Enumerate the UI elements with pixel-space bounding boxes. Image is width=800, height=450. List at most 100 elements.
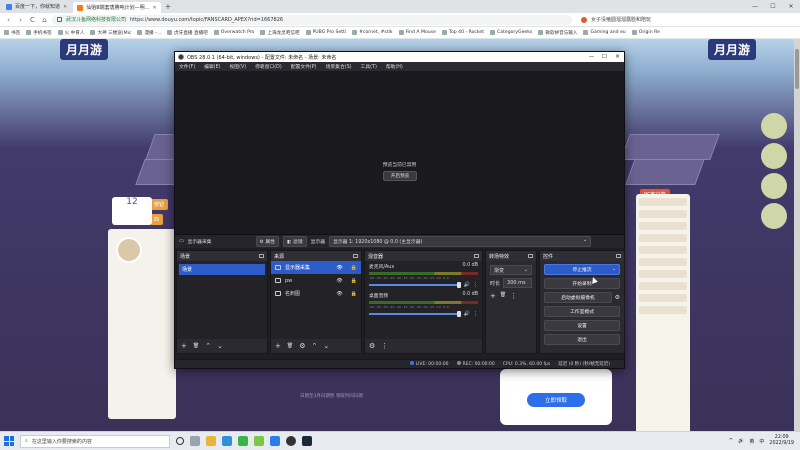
task-view-icon[interactable] xyxy=(190,436,200,446)
steam-icon[interactable] xyxy=(302,436,312,446)
reload-button[interactable]: C xyxy=(28,16,37,24)
stop-streaming-button[interactable]: 停止推流 ⌄ xyxy=(544,264,620,275)
clock[interactable]: 22:09 2022/9/19 xyxy=(769,435,794,447)
reward-badge-icon[interactable] xyxy=(761,203,787,229)
bookmark-item[interactable]: 火 中育人 xyxy=(57,30,84,36)
trash-icon[interactable]: 🗑 xyxy=(193,343,199,349)
list-item[interactable] xyxy=(639,294,687,302)
claim-button[interactable]: 立即领取 xyxy=(527,393,585,407)
scrollbar-thumb[interactable] xyxy=(795,49,799,89)
volume-slider[interactable] xyxy=(369,282,461,288)
bookmark-item[interactable]: Overwatch Pro xyxy=(213,30,254,35)
list-item[interactable] xyxy=(639,306,687,314)
reward-badge-icon[interactable] xyxy=(761,113,787,139)
url-field[interactable]: 武汉斗鱼网络科技有限公司 https://www.douyu.com/topic… xyxy=(52,14,572,25)
add-icon[interactable]: + xyxy=(181,342,187,350)
bookmark-item[interactable]: CategoryGeeks xyxy=(490,30,532,35)
source-item[interactable]: 名刺图 👁 🔒 xyxy=(271,287,361,300)
list-item[interactable] xyxy=(639,258,687,266)
start-virtual-camera-button[interactable]: 启动虚拟摄像机 ⚙ xyxy=(544,292,620,303)
menu-tools[interactable]: 工具(T) xyxy=(361,63,377,70)
chevron-down-icon[interactable]: ⌄ xyxy=(612,267,616,272)
bookmark-item[interactable]: 书签 xyxy=(4,30,20,36)
menu-profile[interactable]: 配置文件(P) xyxy=(291,63,317,70)
display-select[interactable]: 显示器 1: 1920x1080 @ 0,0 (主显示器) ⌄ xyxy=(329,236,592,247)
list-item[interactable] xyxy=(639,246,687,254)
cortana-icon[interactable] xyxy=(176,437,184,445)
bookmark-item[interactable]: 微软拼音与输入 xyxy=(538,30,577,36)
close-tab-icon[interactable]: ✕ xyxy=(152,5,156,11)
bookmark-item[interactable]: Top 40 - Rocket xyxy=(441,30,484,35)
windows-start-icon[interactable] xyxy=(4,436,14,446)
list-item[interactable] xyxy=(639,234,687,242)
list-item[interactable] xyxy=(639,222,687,230)
bookmark-item[interactable]: Origin Re xyxy=(631,30,660,35)
menu-docks[interactable]: 停靠窗口(D) xyxy=(255,63,282,70)
list-item[interactable] xyxy=(639,210,687,218)
scene-item[interactable]: 场景 xyxy=(179,264,265,275)
eye-icon[interactable]: 👁 xyxy=(336,291,342,297)
bookmark-item[interactable]: 漫播 -... xyxy=(137,30,161,36)
lock-icon[interactable]: 🔒 xyxy=(351,291,357,297)
bookmark-item[interactable]: 手机书签 xyxy=(26,30,52,36)
move-up-icon[interactable]: ⌃ xyxy=(312,342,318,350)
menu-edit[interactable]: 编辑(E) xyxy=(204,63,220,70)
app-icon[interactable] xyxy=(254,436,264,446)
gear-icon[interactable]: ⚙ xyxy=(299,342,305,350)
bookmark-item[interactable]: 虎牙直播 直播吧 xyxy=(167,30,208,36)
undock-icon[interactable] xyxy=(259,254,264,258)
minimize-button[interactable]: — xyxy=(746,3,764,10)
eye-icon[interactable]: 👁 xyxy=(336,265,342,271)
forward-button[interactable]: › xyxy=(16,16,25,24)
speaker-icon[interactable]: 🔊 xyxy=(464,311,470,317)
source-item[interactable]: pw 👁 🔒 xyxy=(271,274,361,287)
input-method-icon[interactable]: 英 xyxy=(749,438,754,445)
language-indicator[interactable]: 中 xyxy=(759,438,764,445)
studio-mode-button[interactable]: 工作室模式 xyxy=(544,306,620,317)
move-down-icon[interactable]: ⌄ xyxy=(217,342,223,350)
eye-icon[interactable]: 👁 xyxy=(336,278,342,284)
undock-icon[interactable] xyxy=(474,254,479,258)
undock-icon[interactable] xyxy=(528,254,533,258)
more-icon[interactable]: ⋮ xyxy=(473,282,478,288)
edge-icon[interactable] xyxy=(222,436,232,446)
page-scrollbar[interactable] xyxy=(794,39,800,431)
menu-help[interactable]: 帮助(H) xyxy=(386,63,403,70)
settings-button[interactable]: 设置 xyxy=(544,320,620,331)
page-button[interactable]: 按钮 xyxy=(150,199,169,210)
trash-icon[interactable]: 🗑 xyxy=(500,292,506,300)
slider-handle[interactable] xyxy=(456,282,461,288)
gear-icon[interactable]: ⚙ xyxy=(615,294,620,301)
transition-select[interactable]: 渐变 ⌄ xyxy=(490,265,532,275)
volume-icon[interactable]: 🔊 xyxy=(738,438,744,444)
more-icon[interactable]: ⋮ xyxy=(473,311,478,317)
filters-button[interactable]: ◧ 滤镜 xyxy=(282,236,307,247)
obs-preview-area[interactable]: 预览当前已禁用 开启预览 xyxy=(175,71,624,234)
menu-view[interactable]: 视图(V) xyxy=(229,63,246,70)
list-item[interactable] xyxy=(639,198,687,206)
bookmark-item[interactable]: PUBG Pro Setti xyxy=(305,30,346,35)
close-window-button[interactable]: ✕ xyxy=(782,3,800,10)
bookmark-item[interactable]: 上海龙灵吧信吧 xyxy=(260,30,300,36)
app-icon[interactable] xyxy=(270,436,280,446)
speaker-icon[interactable]: 🔊 xyxy=(464,282,470,288)
bookmark-item[interactable]: Gaming and eu xyxy=(583,30,626,35)
close-tab-icon[interactable]: ✕ xyxy=(63,4,67,10)
taskbar-search-input[interactable]: ⌕ 在这里输入你要搜索的内容 xyxy=(20,434,170,448)
bookmark-item[interactable]: #cornet, #stik xyxy=(352,30,393,35)
move-up-icon[interactable]: ⌃ xyxy=(205,342,211,350)
start-recording-button[interactable]: 开始录制 xyxy=(544,278,620,289)
more-icon[interactable]: ⋮ xyxy=(381,342,388,350)
enable-preview-button[interactable]: 开启预览 xyxy=(383,171,417,181)
back-button[interactable]: ‹ xyxy=(4,16,13,24)
lock-icon[interactable]: 🔒 xyxy=(351,278,357,284)
list-item[interactable] xyxy=(639,270,687,278)
file-explorer-icon[interactable] xyxy=(206,436,216,446)
browser-tab-douyu[interactable]: 仙贻Ⅲ端套唐腾吨计划—明... ✕ xyxy=(73,2,161,13)
gear-icon[interactable]: ⚙ xyxy=(369,342,375,350)
new-tab-button[interactable]: + xyxy=(165,2,172,11)
more-icon[interactable]: ⋮ xyxy=(510,292,517,300)
add-icon[interactable]: + xyxy=(490,292,496,300)
list-item[interactable] xyxy=(639,282,687,290)
reward-badge-icon[interactable] xyxy=(761,143,787,169)
